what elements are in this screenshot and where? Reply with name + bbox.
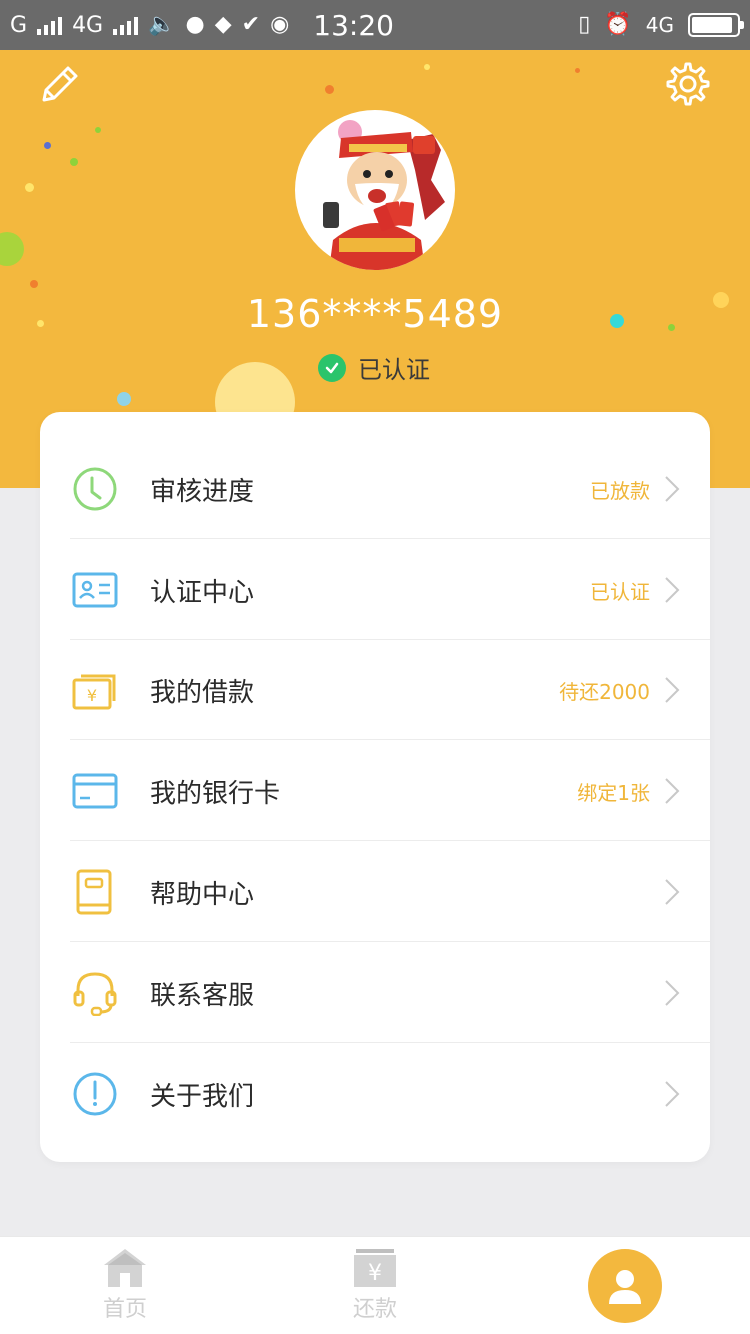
message-icon: ●	[185, 12, 205, 37]
book-icon	[76, 869, 112, 915]
menu-status: 已认证	[590, 579, 650, 604]
menu-item-customer-service[interactable]: 联系客服	[70, 943, 710, 1043]
chevron-right-icon	[665, 677, 680, 703]
menu-status: 绑定1张	[577, 780, 650, 805]
menu-label: 帮助中心	[150, 879, 255, 910]
menu-item-my-loans[interactable]: ¥ 我的借款 待还2000	[70, 640, 710, 740]
check-circle-icon	[318, 353, 346, 382]
speaker-icon: 🔈	[148, 12, 176, 37]
carrier-2-label: 4G	[72, 12, 104, 38]
chevron-right-icon	[665, 1081, 680, 1107]
info-icon	[73, 1072, 117, 1116]
menu-item-bank-cards[interactable]: 我的银行卡 绑定1张	[70, 741, 710, 841]
signal-icon	[37, 15, 63, 35]
divider	[70, 840, 710, 841]
divider	[70, 739, 710, 740]
menu-item-review-progress[interactable]: 审核进度 已放款	[70, 439, 710, 539]
menu-label: 审核进度	[150, 476, 255, 507]
confetti-dot	[70, 158, 78, 166]
menu-item-about-us[interactable]: 关于我们	[70, 1044, 710, 1144]
id-card-icon	[72, 572, 118, 608]
menu-status: 已放款	[590, 478, 650, 503]
menu-label: 我的借款	[150, 677, 255, 708]
gear-icon	[666, 62, 710, 106]
signal-2-icon	[113, 15, 139, 35]
tab-me[interactable]	[588, 1249, 662, 1323]
tab-repay[interactable]: ¥ 还款	[305, 1247, 445, 1323]
bottom-tab-bar: 首页 ¥ 还款	[0, 1236, 750, 1334]
svg-text:¥: ¥	[368, 1261, 382, 1286]
menu-label: 我的银行卡	[150, 778, 281, 809]
tab-label: 还款	[352, 1297, 397, 1322]
network-label: 4G	[645, 13, 674, 37]
clock-time: 13:20	[313, 8, 394, 42]
tab-home[interactable]: 首页	[55, 1247, 195, 1323]
menu-label: 联系客服	[150, 980, 255, 1011]
vibrate-icon: ▯	[578, 12, 591, 37]
edit-profile-button[interactable]	[38, 62, 82, 106]
menu-item-help-center[interactable]: 帮助中心	[70, 842, 710, 942]
menu-label: 认证中心	[150, 577, 255, 608]
confetti-dot	[117, 392, 131, 406]
chevron-right-icon	[665, 879, 680, 905]
menu-card: 审核进度 已放款 认证中心 已认证 ¥ 我的借款 待还2000 我的银行卡 绑定…	[40, 412, 710, 1162]
bill-icon: ¥	[354, 1249, 396, 1287]
menu-status: 待还2000	[559, 679, 650, 704]
avatar[interactable]	[295, 110, 455, 270]
bank-card-icon	[72, 773, 118, 809]
svg-text:¥: ¥	[87, 686, 97, 705]
status-bar: G 4G 🔈 ● ◆ ✔ ◉ 13:20 ▯ ⏰ 4G	[0, 0, 750, 50]
money-bill-icon: ¥	[72, 674, 116, 710]
clock-icon	[73, 467, 117, 511]
carrier-1-label: G	[10, 12, 28, 38]
confetti-dot	[575, 68, 580, 73]
confetti-dot	[44, 142, 51, 149]
wechat-icon: ◉	[270, 12, 290, 37]
headset-icon	[73, 972, 117, 1016]
god-of-wealth-avatar	[323, 120, 445, 270]
user-icon	[609, 1270, 641, 1304]
chevron-right-icon	[665, 778, 680, 804]
confetti-dot	[95, 127, 101, 133]
divider	[70, 538, 710, 539]
confetti-dot	[325, 85, 334, 94]
chevron-right-icon	[665, 476, 680, 502]
confetti-dot	[25, 183, 34, 192]
menu-label: 关于我们	[150, 1081, 255, 1112]
chevron-right-icon	[665, 577, 680, 603]
pencil-icon	[42, 66, 78, 102]
divider	[70, 941, 710, 942]
android-icon: ◆	[214, 12, 232, 37]
settings-button[interactable]	[666, 62, 710, 106]
confetti-dot	[0, 232, 24, 266]
verified-label: 已认证	[358, 356, 430, 384]
tab-label: 首页	[102, 1297, 147, 1322]
house-icon	[104, 1249, 146, 1287]
confetti-dot	[30, 280, 38, 288]
battery-icon	[688, 13, 744, 37]
check-circle-icon: ✔	[241, 12, 261, 37]
alarm-icon: ⏰	[604, 12, 632, 37]
chevron-right-icon	[665, 980, 680, 1006]
confetti-dot	[424, 64, 430, 70]
menu-item-auth-center[interactable]: 认证中心 已认证	[70, 540, 710, 640]
verified-status: 已认证	[318, 350, 430, 385]
divider	[70, 1042, 710, 1043]
phone-number: 136****5489	[246, 292, 504, 336]
